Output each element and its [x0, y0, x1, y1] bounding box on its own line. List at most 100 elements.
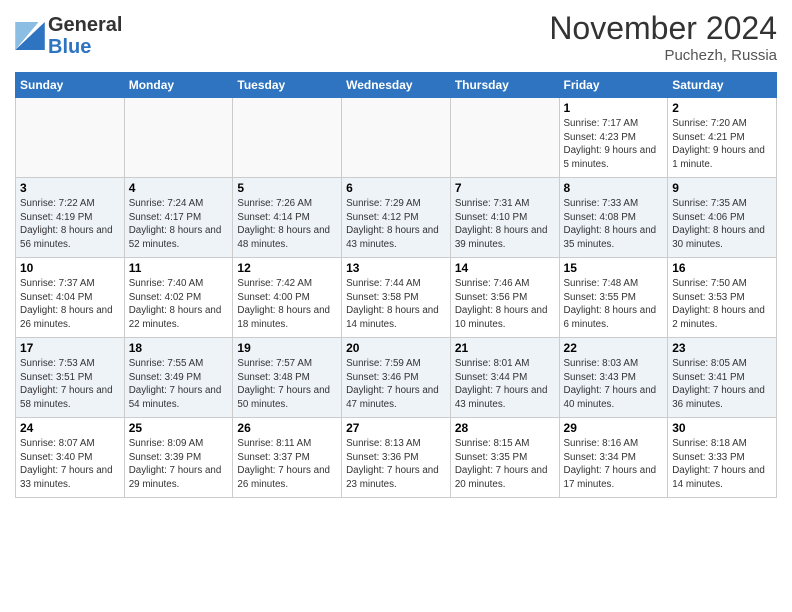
day-info: Sunrise: 7:50 AMSunset: 3:53 PMDaylight:… [672, 277, 772, 332]
day-info: Sunrise: 8:03 AMSunset: 3:43 PMDaylight:… [564, 357, 664, 412]
calendar-cell [450, 98, 559, 178]
calendar-cell: 15 Sunrise: 7:48 AMSunset: 3:55 PMDayligh… [559, 258, 668, 338]
logo: General Blue [15, 14, 122, 58]
calendar-cell: 1 Sunrise: 7:17 AMSunset: 4:23 PMDaylight… [559, 98, 668, 178]
calendar-cell: 17 Sunrise: 7:53 AMSunset: 3:51 PMDayligh… [16, 338, 125, 418]
day-number: 14 [455, 261, 555, 275]
header: General Blue November 2024 Puchezh, Russ… [15, 10, 777, 64]
calendar-cell: 4 Sunrise: 7:24 AMSunset: 4:17 PMDaylight… [124, 178, 233, 258]
day-number: 30 [672, 421, 772, 435]
day-number: 22 [564, 341, 664, 355]
day-number: 21 [455, 341, 555, 355]
calendar-cell: 21 Sunrise: 8:01 AMSunset: 3:44 PMDayligh… [450, 338, 559, 418]
day-number: 1 [564, 101, 664, 115]
month-title: November 2024 [549, 10, 777, 47]
calendar-cell: 9Sunrise: 7:35 AMSunset: 4:06 PMDaylight… [668, 178, 777, 258]
day-info: Sunrise: 7:53 AMSunset: 3:51 PMDaylight:… [20, 357, 120, 412]
day-number: 10 [20, 261, 120, 275]
header-tuesday: Tuesday [233, 73, 342, 98]
calendar-cell: 5Sunrise: 7:26 AMSunset: 4:14 PMDaylight… [233, 178, 342, 258]
calendar-cell [16, 98, 125, 178]
day-number: 25 [129, 421, 229, 435]
day-number: 26 [237, 421, 337, 435]
day-info: Sunrise: 7:24 AMSunset: 4:17 PMDaylight:… [129, 197, 229, 252]
day-info: Sunrise: 8:13 AMSunset: 3:36 PMDaylight:… [346, 437, 446, 492]
day-number: 17 [20, 341, 120, 355]
calendar-cell: 26 Sunrise: 8:11 AMSunset: 3:37 PMDayligh… [233, 418, 342, 498]
day-number: 15 [564, 261, 664, 275]
header-sunday: Sunday [16, 73, 125, 98]
day-info: Sunrise: 8:01 AMSunset: 3:44 PMDaylight:… [455, 357, 555, 412]
calendar-cell: 30 Sunrise: 8:18 AMSunset: 3:33 PMDayligh… [668, 418, 777, 498]
day-number: 13 [346, 261, 446, 275]
day-number: 11 [129, 261, 229, 275]
day-number: 16 [672, 261, 772, 275]
week-row-1: 1 Sunrise: 7:17 AMSunset: 4:23 PMDaylight… [16, 98, 777, 178]
calendar-header-row: Sunday Monday Tuesday Wednesday Thursday… [16, 73, 777, 98]
calendar-cell: 6Sunrise: 7:29 AMSunset: 4:12 PMDaylight… [342, 178, 451, 258]
calendar-cell [124, 98, 233, 178]
day-number: 3 [20, 181, 120, 195]
calendar-cell: 29Sunrise: 8:16 AMSunset: 3:34 PMDayligh… [559, 418, 668, 498]
header-monday: Monday [124, 73, 233, 98]
day-info: Sunrise: 7:31 AMSunset: 4:10 PMDaylight:… [455, 197, 555, 252]
day-info: Sunrise: 8:18 AMSunset: 3:33 PMDaylight:… [672, 437, 772, 492]
calendar: Sunday Monday Tuesday Wednesday Thursday… [15, 72, 777, 498]
day-info: Sunrise: 7:46 AMSunset: 3:56 PMDaylight:… [455, 277, 555, 332]
day-info: Sunrise: 7:35 AMSunset: 4:06 PMDaylight:… [672, 197, 772, 252]
day-info: Sunrise: 8:16 AMSunset: 3:34 PMDaylight:… [564, 437, 664, 492]
logo-text: General Blue [48, 14, 122, 58]
day-number: 27 [346, 421, 446, 435]
calendar-cell: 22 Sunrise: 8:03 AMSunset: 3:43 PMDayligh… [559, 338, 668, 418]
day-info: Sunrise: 7:33 AMSunset: 4:08 PMDaylight:… [564, 197, 664, 252]
day-info: Sunrise: 7:44 AMSunset: 3:58 PMDaylight:… [346, 277, 446, 332]
calendar-cell: 25 Sunrise: 8:09 AMSunset: 3:39 PMDayligh… [124, 418, 233, 498]
logo-icon [15, 22, 45, 50]
day-number: 23 [672, 341, 772, 355]
calendar-cell: 13 Sunrise: 7:44 AMSunset: 3:58 PMDayligh… [342, 258, 451, 338]
day-info: Sunrise: 7:22 AMSunset: 4:19 PMDaylight:… [20, 197, 120, 252]
day-info: Sunrise: 7:20 AMSunset: 4:21 PMDaylight:… [672, 117, 772, 172]
week-row-5: 24Sunrise: 8:07 AMSunset: 3:40 PMDayligh… [16, 418, 777, 498]
day-number: 28 [455, 421, 555, 435]
calendar-cell: 24Sunrise: 8:07 AMSunset: 3:40 PMDayligh… [16, 418, 125, 498]
day-info: Sunrise: 7:59 AMSunset: 3:46 PMDaylight:… [346, 357, 446, 412]
week-row-4: 17 Sunrise: 7:53 AMSunset: 3:51 PMDayligh… [16, 338, 777, 418]
day-number: 8 [564, 181, 664, 195]
day-number: 4 [129, 181, 229, 195]
title-block: November 2024 Puchezh, Russia [549, 10, 777, 64]
calendar-cell: 28 Sunrise: 8:15 AMSunset: 3:35 PMDayligh… [450, 418, 559, 498]
day-info: Sunrise: 7:40 AMSunset: 4:02 PMDaylight:… [129, 277, 229, 332]
day-info: Sunrise: 7:55 AMSunset: 3:49 PMDaylight:… [129, 357, 229, 412]
day-info: Sunrise: 7:37 AMSunset: 4:04 PMDaylight:… [20, 277, 120, 332]
page-container: General Blue November 2024 Puchezh, Russ… [0, 0, 792, 503]
week-row-2: 3 Sunrise: 7:22 AMSunset: 4:19 PMDaylight… [16, 178, 777, 258]
calendar-cell: 12Sunrise: 7:42 AMSunset: 4:00 PMDayligh… [233, 258, 342, 338]
calendar-cell: 11 Sunrise: 7:40 AMSunset: 4:02 PMDayligh… [124, 258, 233, 338]
day-info: Sunrise: 7:48 AMSunset: 3:55 PMDaylight:… [564, 277, 664, 332]
day-number: 2 [672, 101, 772, 115]
day-number: 20 [346, 341, 446, 355]
day-info: Sunrise: 7:26 AMSunset: 4:14 PMDaylight:… [237, 197, 337, 252]
calendar-cell: 16 Sunrise: 7:50 AMSunset: 3:53 PMDayligh… [668, 258, 777, 338]
day-info: Sunrise: 8:11 AMSunset: 3:37 PMDaylight:… [237, 437, 337, 492]
day-number: 12 [237, 261, 337, 275]
day-info: Sunrise: 8:07 AMSunset: 3:40 PMDaylight:… [20, 437, 120, 492]
calendar-cell: 14 Sunrise: 7:46 AMSunset: 3:56 PMDayligh… [450, 258, 559, 338]
day-number: 7 [455, 181, 555, 195]
calendar-cell: 8 Sunrise: 7:33 AMSunset: 4:08 PMDaylight… [559, 178, 668, 258]
header-saturday: Saturday [668, 73, 777, 98]
calendar-cell: 2 Sunrise: 7:20 AMSunset: 4:21 PMDaylight… [668, 98, 777, 178]
header-thursday: Thursday [450, 73, 559, 98]
day-number: 6 [346, 181, 446, 195]
calendar-cell: 19Sunrise: 7:57 AMSunset: 3:48 PMDayligh… [233, 338, 342, 418]
calendar-cell: 23Sunrise: 8:05 AMSunset: 3:41 PMDayligh… [668, 338, 777, 418]
day-info: Sunrise: 7:17 AMSunset: 4:23 PMDaylight:… [564, 117, 664, 172]
calendar-cell: 7 Sunrise: 7:31 AMSunset: 4:10 PMDaylight… [450, 178, 559, 258]
day-info: Sunrise: 8:15 AMSunset: 3:35 PMDaylight:… [455, 437, 555, 492]
calendar-cell: 27 Sunrise: 8:13 AMSunset: 3:36 PMDayligh… [342, 418, 451, 498]
calendar-cell: 3 Sunrise: 7:22 AMSunset: 4:19 PMDaylight… [16, 178, 125, 258]
header-friday: Friday [559, 73, 668, 98]
day-info: Sunrise: 8:09 AMSunset: 3:39 PMDaylight:… [129, 437, 229, 492]
week-row-3: 10 Sunrise: 7:37 AMSunset: 4:04 PMDayligh… [16, 258, 777, 338]
